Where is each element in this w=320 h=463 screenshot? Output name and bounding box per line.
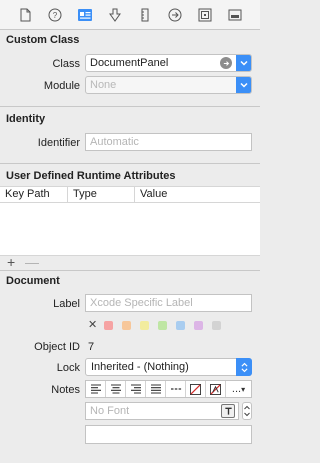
svg-text:?: ? (53, 11, 58, 20)
file-icon[interactable] (16, 6, 34, 24)
connections-icon[interactable] (166, 6, 184, 24)
font-field[interactable]: No Font (85, 402, 239, 420)
divider (0, 163, 260, 164)
custom-class-title: Custom Class (6, 34, 80, 46)
label-label: Label (53, 298, 80, 310)
class-label: Class (52, 58, 80, 70)
remove-attribute-button[interactable]: — (25, 254, 39, 270)
class-value: DocumentPanel (90, 57, 169, 69)
more-options-label: ... (231, 383, 242, 395)
divider (0, 270, 260, 271)
identifier-field[interactable]: Automatic (85, 133, 252, 151)
swatch-green[interactable] (158, 321, 167, 330)
identity-title: Identity (6, 113, 46, 125)
divider (0, 106, 260, 107)
object-id-value: 7 (88, 341, 95, 353)
lock-label: Lock (56, 362, 80, 374)
inspector-toolbar: ? (0, 0, 260, 30)
module-combo-box[interactable]: None (85, 76, 252, 94)
help-icon[interactable]: ? (46, 6, 64, 24)
go-to-class-icon[interactable] (220, 57, 232, 69)
header-divider (0, 202, 260, 203)
more-options-button[interactable]: ... ▾ (226, 381, 251, 397)
column-type[interactable]: Type (68, 187, 135, 202)
bindings-icon[interactable] (196, 6, 214, 24)
class-combo-box[interactable]: DocumentPanel (85, 54, 252, 72)
clear-label-icon[interactable]: ✕ (88, 318, 97, 331)
column-key-path[interactable]: Key Path (0, 187, 68, 202)
up-down-arrows-icon (244, 405, 250, 417)
size-icon[interactable] (136, 6, 154, 24)
module-dropdown-button[interactable] (236, 77, 251, 93)
swatch-orange[interactable] (122, 321, 131, 330)
swatch-red[interactable] (104, 321, 113, 330)
attributes-icon[interactable] (106, 6, 124, 24)
lock-popup-arrows (236, 358, 252, 376)
swatch-gray[interactable] (212, 321, 221, 330)
font-size-stepper[interactable] (242, 402, 252, 420)
natural-alignment-icon[interactable] (166, 381, 186, 397)
xcode-label-field[interactable]: Xcode Specific Label (85, 294, 252, 312)
swatch-purple[interactable] (194, 321, 203, 330)
chevron-down-icon: ▾ (241, 384, 246, 394)
notes-text-area[interactable] (85, 425, 252, 444)
lock-popup[interactable]: Inherited - (Nothing) (85, 358, 252, 376)
justify-icon[interactable] (146, 381, 166, 397)
align-left-icon[interactable] (86, 381, 106, 397)
add-attribute-button[interactable]: + (7, 254, 15, 270)
chevron-down-icon (240, 82, 248, 88)
effects-icon[interactable] (226, 6, 244, 24)
align-center-icon[interactable] (106, 381, 126, 397)
chevron-down-icon (240, 60, 248, 66)
swatch-blue[interactable] (176, 321, 185, 330)
font-placeholder: No Font (90, 405, 130, 417)
notes-format-toolbar: ... ▾ (85, 380, 252, 398)
no-color-icon[interactable] (186, 381, 206, 397)
up-down-arrows-icon (240, 362, 248, 372)
text-color-icon[interactable] (206, 381, 226, 397)
object-id-label: Object ID (34, 341, 80, 353)
module-label: Module (43, 80, 80, 92)
swatch-yellow[interactable] (140, 321, 149, 330)
class-dropdown-button[interactable] (236, 55, 251, 71)
module-placeholder: None (90, 79, 117, 91)
runtime-attributes-title: User Defined Runtime Attributes (6, 170, 176, 182)
lock-value: Inherited - (Nothing) (91, 361, 189, 373)
align-right-icon[interactable] (126, 381, 146, 397)
document-title: Document (6, 275, 60, 287)
notes-label: Notes (51, 384, 80, 396)
identifier-label: Identifier (37, 137, 80, 149)
column-value[interactable]: Value (135, 187, 260, 202)
runtime-attributes-table[interactable]: Key Path Type Value (0, 186, 260, 256)
identity-icon[interactable] (76, 6, 94, 24)
font-picker-icon[interactable] (221, 404, 235, 418)
